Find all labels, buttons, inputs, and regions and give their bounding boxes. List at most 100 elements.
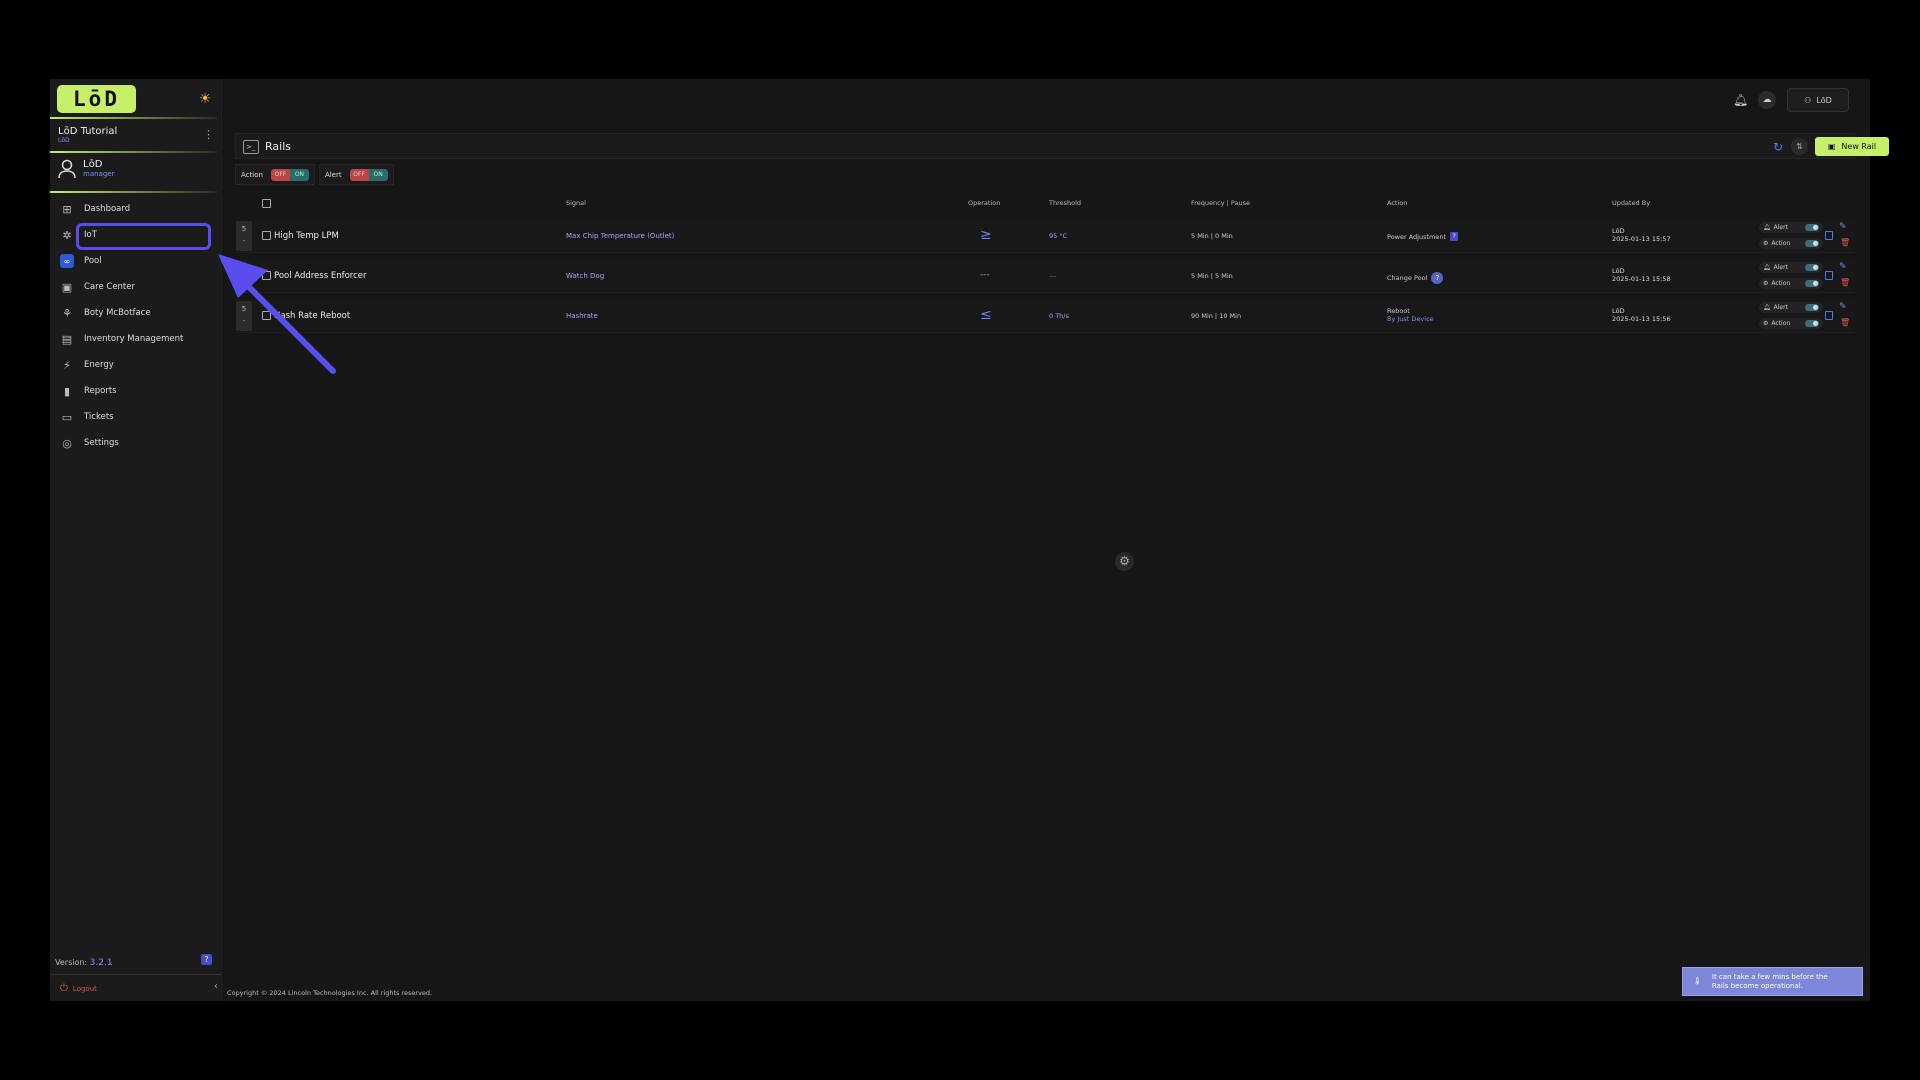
collapse-sidebar-icon[interactable]: ‹ xyxy=(214,981,218,992)
sort-icon[interactable]: ⇅ xyxy=(1791,138,1808,155)
lightning-icon: ⚡ xyxy=(63,358,71,372)
toggle-switch[interactable] xyxy=(1805,304,1819,311)
bell-icon[interactable]: 🔔︎ xyxy=(1733,93,1748,107)
updated-at: 2025-01-13 15:56 xyxy=(1612,315,1671,323)
calendar-icon[interactable] xyxy=(1825,231,1833,240)
settings-gear-icon[interactable]: ⚙ xyxy=(1115,552,1134,571)
table-row[interactable]: 5 - Hash Rate Reboot Hashrate ≤ 0 Th/s 9… xyxy=(235,299,1855,333)
edit-icon[interactable]: ✎ xyxy=(1839,302,1847,312)
action-toggle-label: Action xyxy=(1771,240,1791,247)
table-row[interactable]: Pool Address Enforcer Watch Dog --- --- … xyxy=(235,259,1855,293)
cloud-upload-icon[interactable]: ☁ xyxy=(1758,91,1776,109)
calendar-icon[interactable] xyxy=(1825,311,1833,320)
org-sub: LōD xyxy=(58,137,70,144)
trash-icon[interactable]: 🗑︎ xyxy=(1840,278,1850,287)
bot-icon: ⚘ xyxy=(62,306,72,320)
care-center-icon: ▣ xyxy=(61,280,73,294)
gear-icon: ⚙ xyxy=(1763,280,1769,287)
rail-signal[interactable]: Watch Dog xyxy=(566,272,604,280)
help-icon[interactable]: ? xyxy=(1431,272,1444,284)
rails-panel: >_ Rails ↻ ⇅ ▣ New Rail Action OFF ON Al… xyxy=(235,133,1889,333)
sidebar-item-inventory-management[interactable]: ▤ Inventory Management xyxy=(50,326,222,352)
organization-selector[interactable]: LōD Tutorial LōD xyxy=(58,126,213,144)
alert-filter-toggle[interactable]: OFF ON xyxy=(349,168,388,181)
version-label: Version: xyxy=(55,958,88,967)
rail-operation: ≥ xyxy=(980,227,992,243)
toggle-on[interactable]: ON xyxy=(368,168,388,181)
user-menu-button[interactable]: ⚇ LōD xyxy=(1787,88,1849,112)
annotation-arrow xyxy=(218,254,336,374)
sidebar-item-tickets[interactable]: ▭ Tickets xyxy=(50,404,222,430)
toggle-switch[interactable] xyxy=(1805,240,1819,247)
toggle-switch[interactable] xyxy=(1805,264,1819,271)
toggle-off[interactable]: OFF xyxy=(349,168,369,181)
bell-icon: 🔔︎ xyxy=(1763,224,1771,231)
sidebar-item-pool[interactable]: ∞ Pool xyxy=(50,248,222,274)
sun-icon[interactable]: ☀ xyxy=(197,91,213,107)
table-row[interactable]: 5 - High Temp LPM Max Chip Temperature (… xyxy=(235,219,1855,253)
rail-signal[interactable]: Max Chip Temperature (Outlet) xyxy=(566,232,674,240)
toggle-switch[interactable] xyxy=(1805,224,1819,231)
rail-operation: --- xyxy=(980,270,990,280)
toast-line: Rails become operational. xyxy=(1711,981,1803,990)
toggle-on[interactable]: ON xyxy=(289,168,309,181)
dashboard-icon: ⊞ xyxy=(62,202,72,216)
edit-icon[interactable]: ✎ xyxy=(1839,262,1847,272)
terminal-icon: >_ xyxy=(243,140,259,154)
inventory-icon: ▤ xyxy=(61,332,73,346)
divider xyxy=(50,974,222,975)
action-filter-toggle[interactable]: OFF ON xyxy=(270,168,309,181)
toggle-switch[interactable] xyxy=(1805,320,1819,327)
select-all-checkbox[interactable] xyxy=(262,199,271,208)
rail-operation: ≤ xyxy=(980,307,992,323)
user-icon xyxy=(58,159,76,179)
sidebar-item-label: Settings xyxy=(84,438,119,448)
sidebar-item-care-center[interactable]: ▣ Care Center xyxy=(50,274,222,300)
rail-action-label: Reboot xyxy=(1387,307,1410,315)
updated-by: LōD xyxy=(1612,267,1625,275)
help-icon[interactable]: ? xyxy=(1450,232,1459,241)
rail-signal[interactable]: Hashrate xyxy=(566,312,598,320)
alert-toggle[interactable]: 🔔︎ Alert xyxy=(1759,262,1823,273)
user-profile[interactable]: LōD manager xyxy=(58,157,218,187)
rail-action: Power Adjustment ? xyxy=(1387,232,1459,241)
sidebar-item-dashboard[interactable]: ⊞ Dashboard xyxy=(50,196,222,222)
sidebar-item-reports[interactable]: ▮ Reports xyxy=(50,378,222,404)
sidebar-item-energy[interactable]: ⚡ Energy xyxy=(50,352,222,378)
action-toggle[interactable]: ⚙ Action xyxy=(1759,278,1823,289)
row-checkbox[interactable] xyxy=(262,231,271,240)
ticket-icon: ▭ xyxy=(61,410,73,424)
power-icon: ⏻ xyxy=(60,983,68,994)
action-toggle[interactable]: ⚙ Action xyxy=(1759,238,1823,249)
updated-at: 2025-01-13 15:58 xyxy=(1612,275,1671,283)
edit-icon[interactable]: ✎ xyxy=(1839,222,1847,232)
action-toggle[interactable]: ⚙ Action xyxy=(1759,318,1823,329)
toggle-switch[interactable] xyxy=(1805,280,1819,287)
sidebar-nav: ⊞ Dashboard ✲ IoT ∞ Pool ▣ Care Center ⚘… xyxy=(50,196,222,456)
alert-toggle-label: Alert xyxy=(1773,264,1788,271)
refresh-icon[interactable]: ↻ xyxy=(1773,140,1783,154)
toast-message: It can take a few mins before the Rails … xyxy=(1712,973,1828,991)
calendar-icon[interactable] xyxy=(1825,271,1833,280)
info-toast: 🌡︎ It can take a few mins before the Rai… xyxy=(1682,967,1863,996)
logout-button[interactable]: ⏻ Logout xyxy=(60,983,97,994)
alert-toggle[interactable]: 🔔︎ Alert xyxy=(1759,302,1823,313)
pool-icon: ∞ xyxy=(60,254,74,268)
action-toggle-label: Action xyxy=(1771,280,1791,287)
kebab-menu-icon[interactable]: ⋮ xyxy=(203,128,214,141)
sidebar-item-settings[interactable]: ◎ Settings xyxy=(50,430,222,456)
updated-by: LōD xyxy=(1612,227,1625,235)
copyright: Copyright © 2024 Lincoln Technologies In… xyxy=(227,989,433,997)
new-rail-button[interactable]: ▣ New Rail xyxy=(1815,137,1889,156)
alert-toggle[interactable]: 🔔︎ Alert xyxy=(1759,222,1823,233)
help-icon[interactable]: ? xyxy=(201,954,212,965)
updated-at: 2025-01-13 15:57 xyxy=(1612,235,1671,243)
trash-icon[interactable]: 🗑︎ xyxy=(1840,318,1850,327)
trash-icon[interactable]: 🗑︎ xyxy=(1840,238,1850,247)
sidebar-item-boty-mcbotface[interactable]: ⚘ Boty McBotface xyxy=(50,300,222,326)
toast-line: It can take a few mins before the xyxy=(1711,972,1828,981)
rail-threshold: 95 °C xyxy=(1049,232,1068,240)
filter-label: Alert xyxy=(324,170,342,179)
sidebar-item-iot[interactable]: ✲ IoT xyxy=(50,222,222,250)
toggle-off[interactable]: OFF xyxy=(270,168,290,181)
